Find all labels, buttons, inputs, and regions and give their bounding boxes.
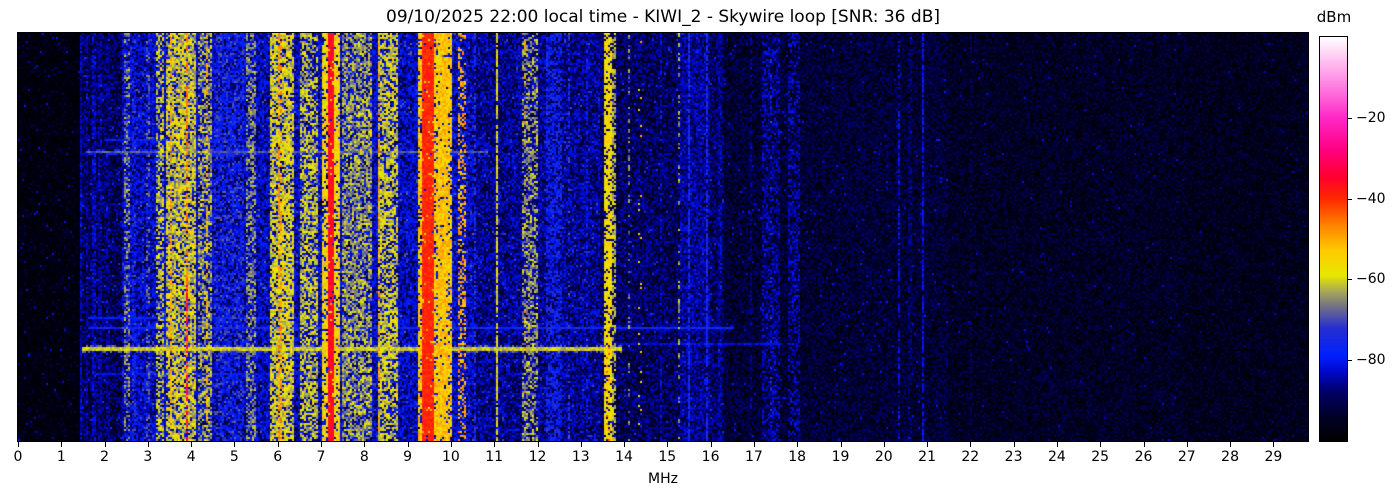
x-tick-mark — [927, 442, 929, 447]
x-tick-mark — [234, 442, 236, 447]
colorbar-unit-label: dBm — [1316, 8, 1352, 26]
x-tick-label: 27 — [1177, 449, 1196, 465]
x-tick-label: 13 — [571, 449, 590, 465]
x-tick-mark — [840, 442, 842, 447]
x-tick-label: 2 — [100, 449, 110, 465]
x-tick-mark — [710, 442, 712, 447]
x-tick-label: 28 — [1221, 449, 1240, 465]
colorbar-tick-mark — [1348, 279, 1352, 281]
colorbar-canvas — [1320, 37, 1347, 441]
x-tick-label: 12 — [528, 449, 547, 465]
x-tick-mark — [18, 442, 19, 447]
x-tick-label: 8 — [359, 449, 369, 465]
x-tick-label: 21 — [918, 449, 937, 465]
x-tick-mark — [277, 442, 279, 447]
x-tick-label: 1 — [56, 449, 66, 465]
x-tick-label: 7 — [316, 449, 326, 465]
x-tick-label: 0 — [13, 449, 23, 465]
x-tick-label: 3 — [143, 449, 153, 465]
x-tick-mark — [797, 442, 799, 447]
x-tick-label: 20 — [874, 449, 893, 465]
x-tick-label: 16 — [701, 449, 720, 465]
x-tick-label: 9 — [403, 449, 413, 465]
x-tick-label: 26 — [1134, 449, 1153, 465]
x-tick-mark — [580, 442, 582, 447]
x-tick-mark — [1013, 442, 1015, 447]
x-tick-mark — [667, 442, 669, 447]
x-tick-mark — [407, 442, 409, 447]
colorbar-tick-label: −40 — [1356, 190, 1386, 207]
x-tick-label: 29 — [1264, 449, 1283, 465]
x-tick-label: 4 — [186, 449, 196, 465]
x-tick-mark — [1100, 442, 1102, 447]
colorbar-tick-label: −60 — [1356, 271, 1386, 288]
x-tick-mark — [537, 442, 539, 447]
x-tick-label: 5 — [229, 449, 239, 465]
x-tick-mark — [1143, 442, 1145, 447]
x-tick-mark — [494, 442, 496, 447]
x-tick-mark — [450, 442, 452, 447]
x-tick-mark — [1186, 442, 1188, 447]
x-tick-mark — [883, 442, 885, 447]
x-tick-mark — [970, 442, 972, 447]
chart-title: 09/10/2025 22:00 local time - KIWI_2 - S… — [386, 7, 940, 27]
x-tick-mark — [624, 442, 625, 447]
x-tick-mark — [1273, 442, 1275, 447]
colorbar-tick-mark — [1348, 117, 1352, 119]
x-tick-mark — [61, 442, 63, 447]
x-tick-mark — [753, 442, 755, 447]
x-tick-label: 17 — [744, 449, 763, 465]
x-tick-label: 24 — [1047, 449, 1066, 465]
x-tick-label: 22 — [961, 449, 980, 465]
colorbar-tick-label: −20 — [1356, 109, 1386, 126]
x-tick-label: 6 — [273, 449, 283, 465]
colorbar-tick-mark — [1348, 360, 1352, 362]
x-tick-mark — [321, 442, 322, 447]
waterfall-canvas — [18, 33, 1308, 441]
x-tick-label: 19 — [831, 449, 850, 465]
x-tick-label: 25 — [1091, 449, 1110, 465]
x-tick-label: 11 — [485, 449, 504, 465]
x-tick-label: 23 — [1004, 449, 1023, 465]
x-tick-mark — [147, 442, 149, 447]
x-tick-mark — [104, 442, 106, 447]
x-tick-mark — [1056, 442, 1058, 447]
x-axis-label: MHz — [648, 471, 678, 487]
colorbar-tick-label: −80 — [1356, 352, 1386, 369]
x-tick-label: 10 — [441, 449, 460, 465]
spectrogram-figure: 09/10/2025 22:00 local time - KIWI_2 - S… — [0, 0, 1400, 500]
x-tick-label: 18 — [788, 449, 807, 465]
colorbar-tick-mark — [1348, 198, 1352, 200]
x-tick-label: 15 — [658, 449, 677, 465]
x-tick-mark — [364, 442, 366, 447]
x-tick-mark — [191, 442, 193, 447]
x-tick-label: 14 — [615, 449, 633, 465]
x-tick-mark — [1230, 442, 1232, 447]
